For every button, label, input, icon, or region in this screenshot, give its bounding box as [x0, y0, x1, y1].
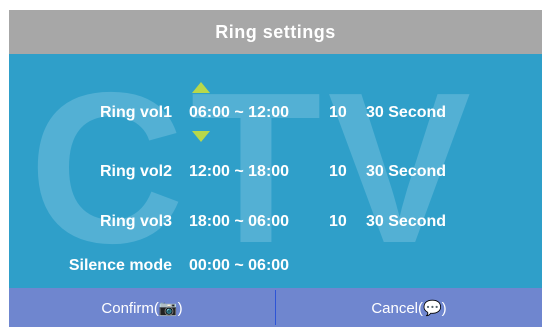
ring-vol3-label: Ring vol3: [99, 213, 172, 230]
ring-vol1-duration[interactable]: 30 Second: [366, 98, 446, 128]
page-title: Ring settings: [9, 10, 542, 54]
ring-vol2-time[interactable]: 12:00 ~ 18:00: [189, 157, 289, 187]
value-up-arrow-icon[interactable]: [192, 82, 210, 93]
confirm-button[interactable]: Confirm(📷): [9, 288, 275, 327]
ring-vol2-duration[interactable]: 30 Second: [366, 157, 446, 187]
ring-vol1-label: Ring vol1: [99, 104, 172, 121]
silence-mode-row[interactable]: Silence mode 00:00 ~ 06:00: [9, 251, 542, 281]
footer-bar: Confirm(📷) Cancel(💬): [9, 288, 542, 327]
ring-vol2-row[interactable]: Ring vol2 12:00 ~ 18:00 10 30 Second: [9, 157, 542, 187]
silence-mode-time[interactable]: 00:00 ~ 06:00: [189, 251, 289, 281]
value-down-arrow-icon[interactable]: [192, 131, 210, 142]
ring-vol1-time[interactable]: 06:00 ~ 12:00: [189, 98, 289, 128]
ring-vol3-row[interactable]: Ring vol3 18:00 ~ 06:00 10 30 Second: [9, 207, 542, 237]
ring-vol3-volume[interactable]: 10: [329, 207, 347, 237]
silence-mode-label: Silence mode: [68, 257, 172, 274]
ring-vol2-label: Ring vol2: [99, 163, 172, 180]
ring-settings-screen: Ring settings CTV Ring vol1 06:00 ~ 12:0…: [0, 0, 550, 327]
ring-vol1-volume[interactable]: 10: [329, 98, 347, 128]
ring-vol1-row[interactable]: Ring vol1 06:00 ~ 12:00 10 30 Second: [9, 98, 542, 128]
settings-panel: CTV Ring vol1 06:00 ~ 12:00 10 30 Second…: [9, 54, 542, 288]
cancel-button[interactable]: Cancel(💬): [276, 288, 542, 327]
ring-vol3-time[interactable]: 18:00 ~ 06:00: [189, 207, 289, 237]
ring-vol3-duration[interactable]: 30 Second: [366, 207, 446, 237]
ring-vol2-volume[interactable]: 10: [329, 157, 347, 187]
